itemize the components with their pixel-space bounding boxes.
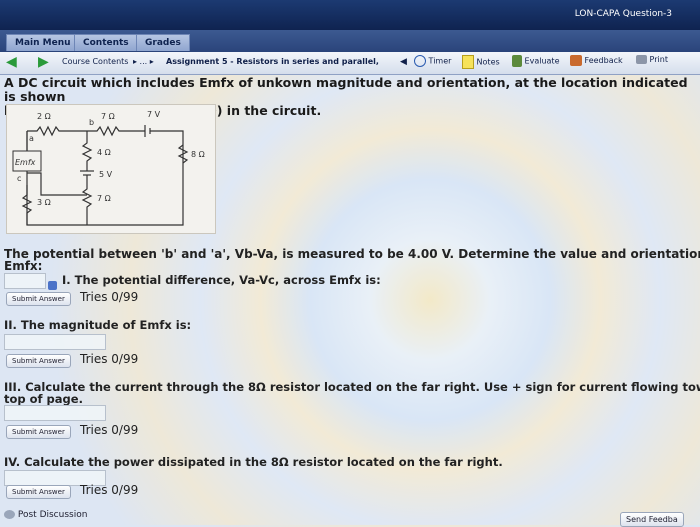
tab-grades[interactable]: Grades: [136, 34, 190, 51]
label-v2: 5 V: [99, 170, 113, 179]
circuit-diagram: 2 Ω 7 Ω 7 V Emfx 4 Ω 8 Ω 5 V 3 Ω 7 Ω a b…: [6, 104, 216, 234]
timer-label: Timer: [428, 56, 452, 66]
tab-main-menu[interactable]: Main Menu: [6, 34, 80, 51]
evaluate-icon: [512, 55, 522, 67]
nav-bar: ◀ ▶ Course Contents ▸ ... ▸ Assignment 5…: [0, 52, 700, 75]
print-label: Print: [649, 55, 668, 64]
notes-icon: [462, 55, 474, 69]
submit-answer-1-button[interactable]: Submit Answer: [6, 292, 71, 306]
label-node-c: c: [17, 174, 21, 183]
label-r1: 2 Ω: [37, 112, 51, 121]
discussion-icon: [4, 510, 15, 519]
submit-answer-3-button[interactable]: Submit Answer: [6, 425, 71, 439]
notes-label: Notes: [476, 57, 500, 67]
assignment-link[interactable]: Assignment 5 - Resistors in series and p…: [166, 57, 379, 66]
evaluate-button[interactable]: Evaluate: [512, 55, 560, 67]
question-3-text-line-2: top of page.: [4, 392, 83, 406]
statement-line-1: The potential between 'b' and 'a', Vb-Va…: [4, 247, 700, 261]
label-r3: 4 Ω: [97, 148, 111, 157]
statement-line-2: Emfx:: [4, 259, 43, 273]
print-icon: [636, 55, 647, 64]
print-button[interactable]: Print: [636, 55, 668, 64]
intro-line-1: A DC circuit which includes Emfx of unko…: [4, 75, 688, 104]
volume-icon: ◀: [400, 57, 407, 67]
submit-answer-4-button[interactable]: Submit Answer: [6, 485, 71, 499]
answer-field-2[interactable]: [4, 334, 106, 350]
top-bar: LON-CAPA Question-3: [0, 0, 700, 30]
circuit-svg: 2 Ω 7 Ω 7 V Emfx 4 Ω 8 Ω 5 V 3 Ω 7 Ω a b…: [12, 110, 205, 226]
tries-1: Tries 0/99: [80, 290, 139, 304]
label-r4: 8 Ω: [191, 150, 205, 159]
question-1-text: I. The potential difference, Va-Vc, acro…: [62, 273, 381, 287]
post-discussion-label: Post Discussion: [17, 510, 88, 520]
tab-contents[interactable]: Contents: [74, 34, 138, 51]
submit-answer-2-button[interactable]: Submit Answer: [6, 354, 71, 368]
label-r5: 3 Ω: [37, 198, 51, 207]
answer-field-1[interactable]: [4, 273, 46, 289]
question-3-text-line-1: III. Calculate the current through the 8…: [4, 380, 700, 394]
label-node-a: a: [29, 134, 34, 143]
tries-3: Tries 0/99: [80, 423, 139, 437]
timer-button[interactable]: Timer: [414, 55, 451, 67]
post-discussion-link[interactable]: Post Discussion: [4, 510, 87, 520]
label-r2: 7 Ω: [101, 112, 115, 121]
course-contents-link[interactable]: Course Contents: [62, 57, 128, 66]
main-tabs: Main Menu Contents Grades: [0, 30, 700, 52]
feedback-button[interactable]: Feedback: [570, 55, 623, 66]
tries-4: Tries 0/99: [80, 483, 139, 497]
evaluate-label: Evaluate: [524, 56, 560, 66]
label-emf: Emfx: [15, 158, 36, 167]
label-v1: 7 V: [147, 110, 161, 119]
breadcrumb-separator: ▸ ... ▸: [133, 57, 154, 66]
window-title: LON-CAPA Question-3: [574, 9, 672, 19]
back-arrow-icon[interactable]: ◀: [6, 54, 17, 70]
question-2-text: II. The magnitude of Emfx is:: [4, 318, 192, 332]
feedback-icon: [570, 55, 582, 66]
question-4-text: IV. Calculate the power dissipated in th…: [4, 455, 503, 469]
feedback-label: Feedback: [584, 56, 623, 65]
label-r6: 7 Ω: [97, 194, 111, 203]
answer-field-3[interactable]: [4, 405, 106, 421]
tries-2: Tries 0/99: [80, 352, 139, 366]
forward-arrow-icon[interactable]: ▶: [38, 54, 49, 70]
label-node-b: b: [89, 118, 94, 127]
timer-icon: [414, 55, 426, 67]
notes-button[interactable]: Notes: [462, 55, 500, 69]
